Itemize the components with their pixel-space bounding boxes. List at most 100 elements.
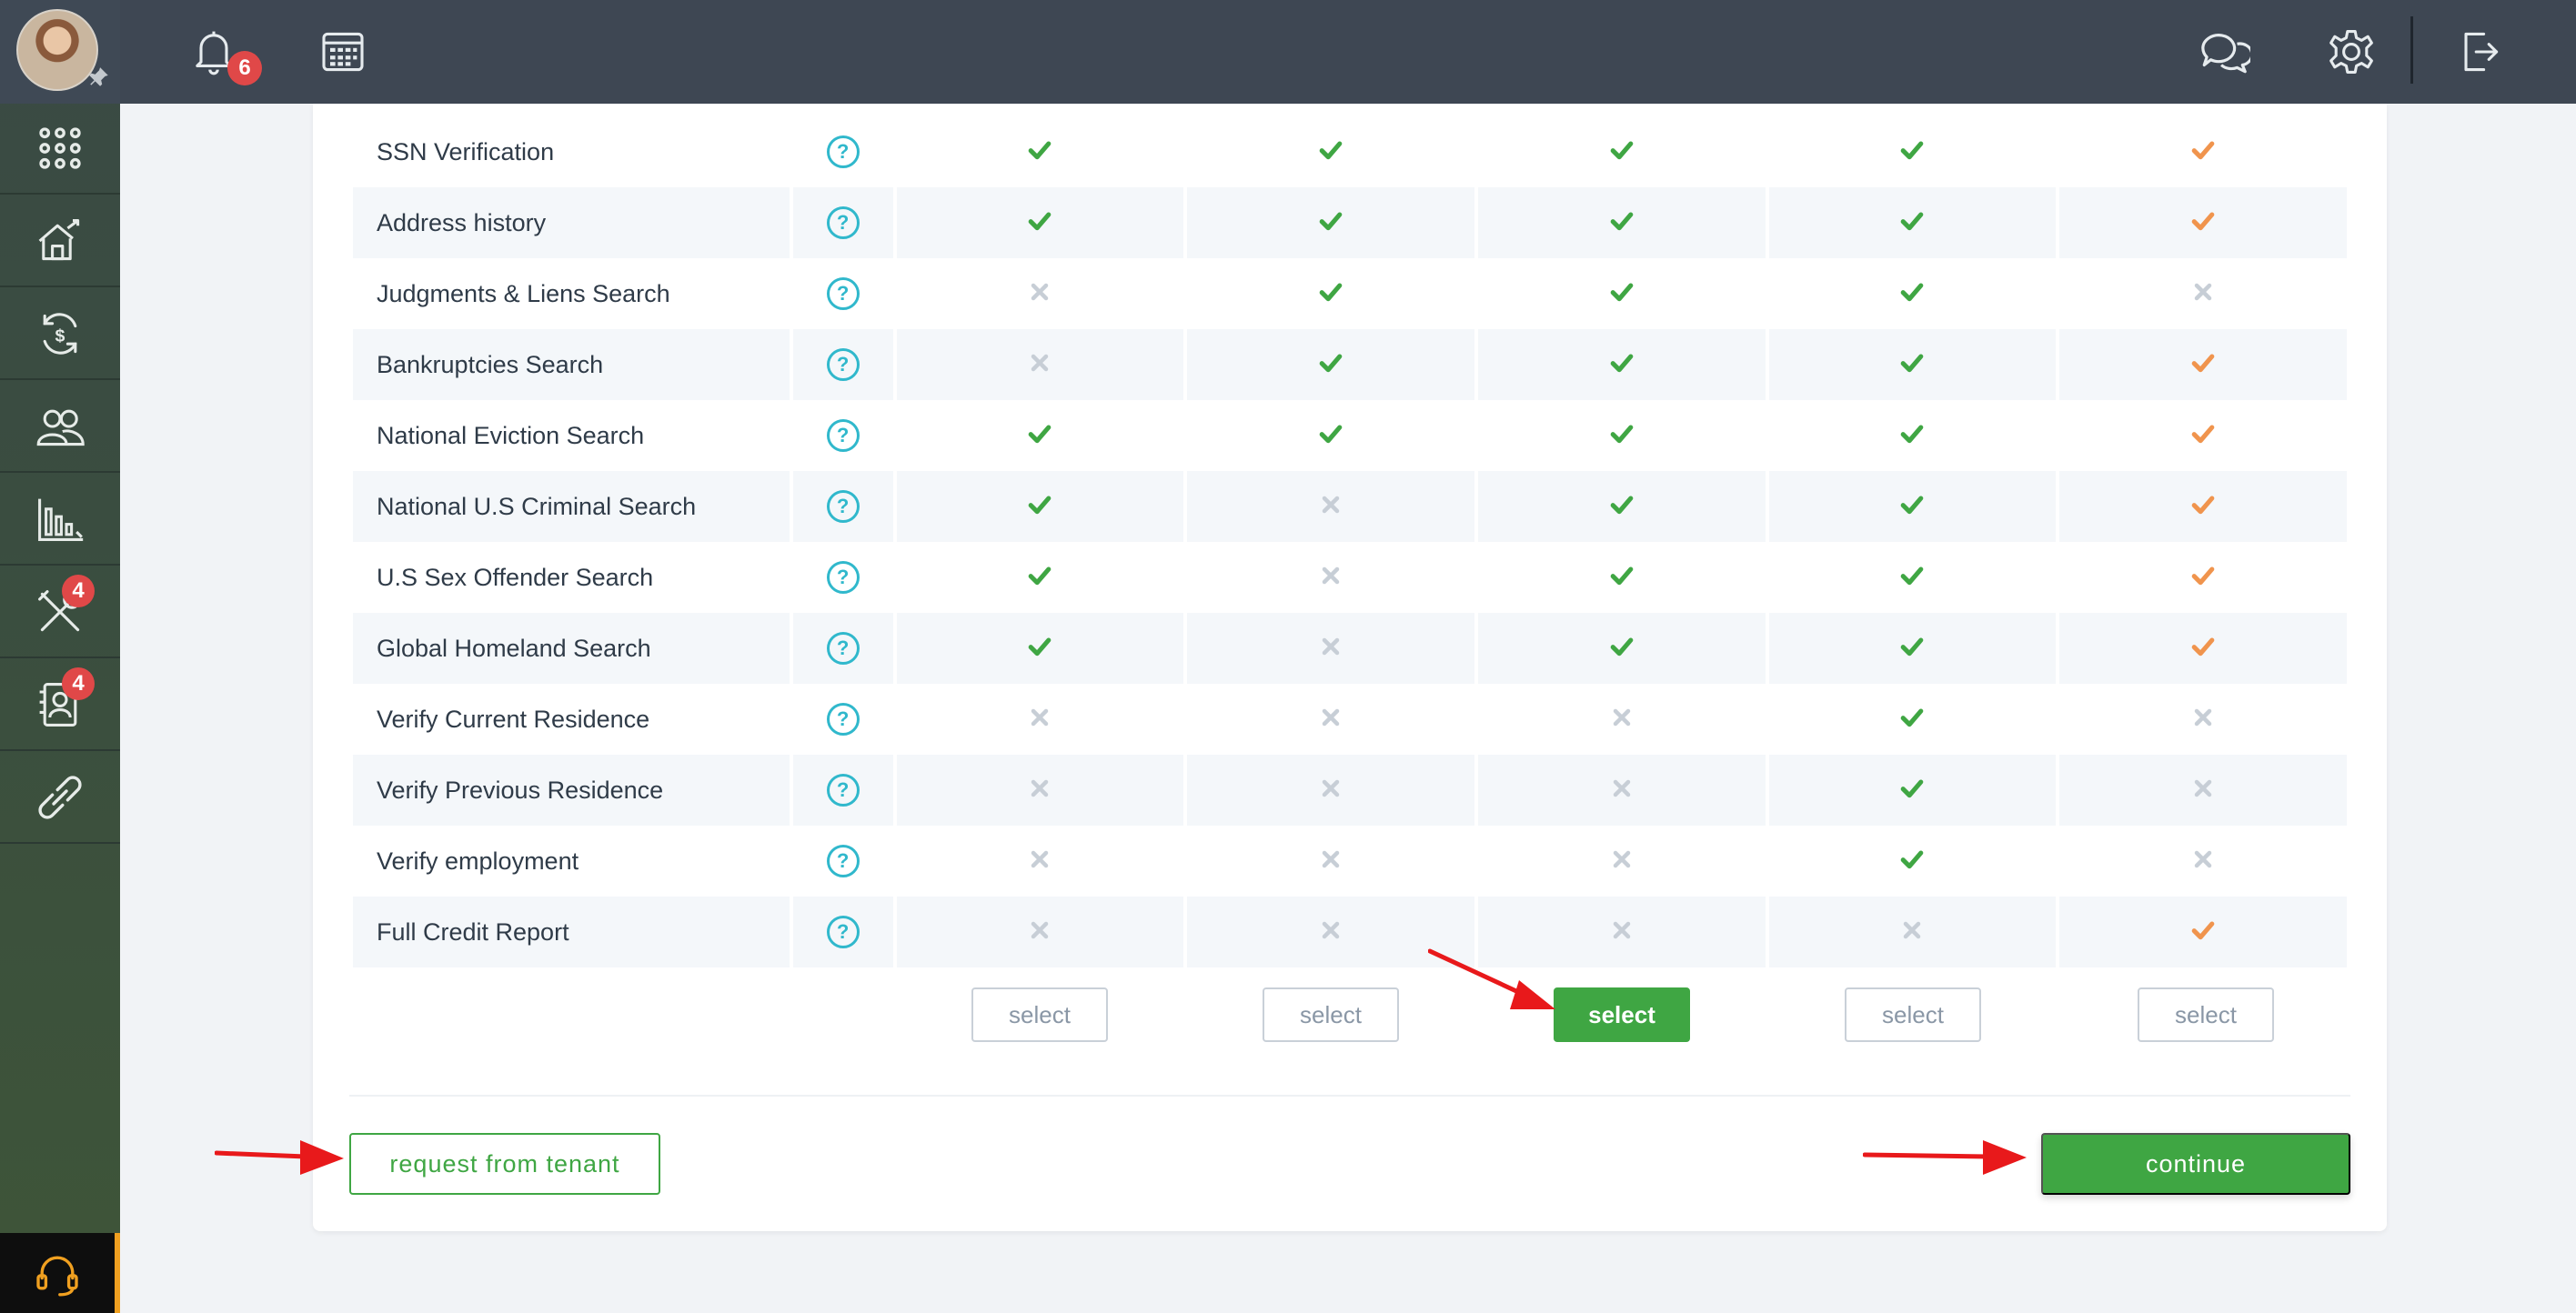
select-package-3-button[interactable]: select bbox=[1554, 987, 1690, 1042]
sidebar-item-tools[interactable]: 4 bbox=[0, 567, 120, 658]
package-3-check-cell bbox=[1477, 329, 1766, 400]
help-icon[interactable]: ? bbox=[826, 703, 860, 736]
check-icon bbox=[1319, 353, 1343, 372]
help-icon[interactable]: ? bbox=[826, 490, 860, 523]
select-package-4-button[interactable]: select bbox=[1845, 987, 1981, 1042]
cross-icon bbox=[1613, 850, 1630, 867]
help-icon[interactable]: ? bbox=[826, 206, 860, 239]
package-2-cross-cell bbox=[1187, 826, 1474, 897]
package-4-check-cell bbox=[1769, 684, 2057, 755]
check-orange-icon bbox=[2191, 140, 2215, 159]
properties-icon bbox=[38, 219, 80, 261]
feature-label: Verify Previous Residence bbox=[353, 755, 790, 826]
logout-icon bbox=[2464, 32, 2499, 72]
cross-icon bbox=[2194, 283, 2212, 300]
check-icon bbox=[1610, 424, 1634, 443]
support-button[interactable] bbox=[0, 1233, 120, 1313]
check-icon bbox=[1029, 140, 1052, 159]
check-icon bbox=[1610, 566, 1634, 585]
sidebar-item-applicants[interactable]: 4 bbox=[0, 660, 120, 751]
settings-button[interactable] bbox=[2321, 22, 2381, 82]
check-icon bbox=[1901, 282, 1924, 301]
package-3-check-cell bbox=[1477, 613, 1766, 684]
package-5-partial-cell bbox=[2059, 542, 2347, 613]
check-icon bbox=[1901, 424, 1924, 443]
package-5-cross-cell bbox=[2059, 258, 2347, 329]
package-5-partial-cell bbox=[2059, 613, 2347, 684]
sidebar-item-payments[interactable]: $ bbox=[0, 289, 120, 380]
package-4-check-cell bbox=[1769, 258, 2057, 329]
chat-icon bbox=[2201, 34, 2250, 74]
package-5-cross-cell bbox=[2059, 684, 2347, 755]
package-4-check-cell bbox=[1768, 471, 2057, 542]
feature-label: Bankruptcies Search bbox=[353, 329, 790, 400]
tools-badge: 4 bbox=[62, 575, 95, 607]
package-4-check-cell bbox=[1769, 826, 2057, 897]
check-icon bbox=[1610, 495, 1634, 514]
cross-icon bbox=[1031, 708, 1049, 726]
sidebar: $ 4 4 bbox=[0, 0, 120, 1313]
cross-icon bbox=[2194, 779, 2212, 797]
cross-icon bbox=[1322, 496, 1340, 513]
tenants-icon bbox=[36, 409, 85, 446]
sidebar-item-properties[interactable] bbox=[0, 196, 120, 287]
select-package-5-button[interactable]: select bbox=[2138, 987, 2274, 1042]
feature-label: Address history bbox=[353, 187, 790, 258]
help-icon[interactable]: ? bbox=[826, 845, 860, 877]
package-5-cross-cell bbox=[2059, 755, 2347, 826]
package-2-cross-cell bbox=[1187, 684, 1474, 755]
request-from-tenant-button[interactable]: request from tenant bbox=[349, 1133, 660, 1195]
check-orange-icon bbox=[2191, 566, 2215, 585]
help-icon[interactable]: ? bbox=[826, 774, 860, 807]
help-icon[interactable]: ? bbox=[826, 916, 860, 948]
help-icon[interactable]: ? bbox=[826, 277, 860, 310]
check-icon bbox=[1610, 636, 1634, 656]
sidebar-item-links[interactable] bbox=[0, 753, 120, 844]
package-1-cross-cell bbox=[897, 684, 1184, 755]
select-package-2-button[interactable]: select bbox=[1263, 987, 1399, 1042]
package-4-check-cell bbox=[1769, 542, 2057, 613]
sidebar-item-reports[interactable] bbox=[0, 475, 120, 566]
help-icon[interactable]: ? bbox=[826, 561, 860, 594]
package-5-cross-cell bbox=[2059, 826, 2347, 897]
help-cell: ? bbox=[792, 755, 893, 826]
chat-button[interactable] bbox=[2194, 22, 2254, 82]
avatar[interactable] bbox=[16, 9, 98, 91]
check-orange-icon bbox=[2191, 920, 2215, 939]
help-icon[interactable]: ? bbox=[826, 632, 860, 665]
help-icon[interactable]: ? bbox=[826, 419, 860, 452]
help-icon[interactable]: ? bbox=[826, 135, 860, 168]
package-4-check-cell bbox=[1768, 187, 2057, 258]
help-icon[interactable]: ? bbox=[826, 348, 860, 381]
package-1-check-cell bbox=[896, 187, 1184, 258]
package-1-check-cell bbox=[897, 116, 1184, 187]
feature-label: Full Credit Report bbox=[353, 897, 790, 967]
check-icon bbox=[1901, 140, 1924, 159]
feature-label: Global Homeland Search bbox=[353, 613, 790, 684]
continue-button[interactable]: continue bbox=[2041, 1133, 2350, 1195]
annotation-arrow-select bbox=[1428, 948, 1555, 1009]
check-orange-icon bbox=[2191, 353, 2215, 372]
table-row: Judgments & Liens Search? bbox=[353, 258, 2347, 329]
profile-area bbox=[0, 0, 120, 104]
calendar-button[interactable] bbox=[313, 22, 373, 82]
check-icon bbox=[1029, 211, 1052, 230]
package-2-check-cell bbox=[1187, 329, 1474, 400]
package-4-check-cell bbox=[1768, 755, 2057, 826]
table-row: Address history? bbox=[353, 187, 2347, 258]
sidebar-item-tenants[interactable] bbox=[0, 382, 120, 473]
headset-icon bbox=[36, 1256, 78, 1297]
select-package-1-button[interactable]: select bbox=[971, 987, 1108, 1042]
logout-button[interactable] bbox=[2449, 22, 2509, 82]
sidebar-item-apps[interactable] bbox=[0, 104, 120, 195]
package-4-cross-cell bbox=[1768, 897, 2057, 967]
package-5-partial-cell bbox=[2059, 329, 2347, 400]
cross-icon bbox=[1322, 637, 1340, 655]
check-icon bbox=[1319, 424, 1343, 443]
table-row: Verify Previous Residence? bbox=[353, 755, 2347, 826]
calendar-icon bbox=[322, 32, 364, 72]
pin-icon[interactable] bbox=[87, 65, 111, 89]
help-cell: ? bbox=[792, 329, 893, 400]
help-cell: ? bbox=[793, 258, 893, 329]
cross-icon bbox=[2194, 850, 2212, 867]
